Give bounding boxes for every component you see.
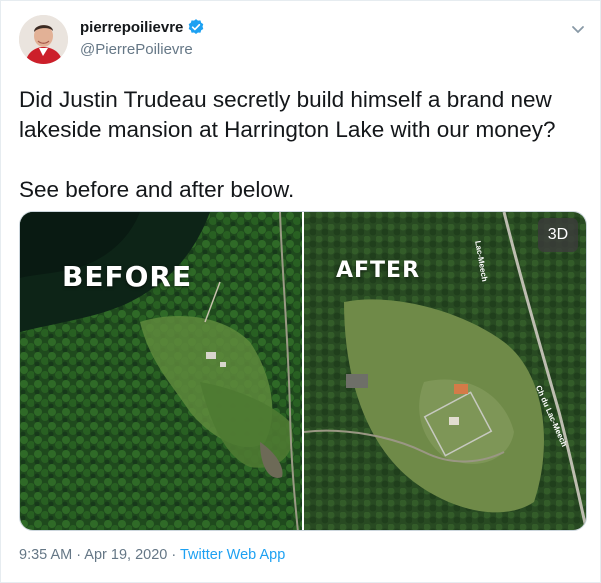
3d-badge: 3D [538,218,578,252]
tweet-media[interactable]: BEFORE AFTER 3D Lac-Meech Ch du Lac-Meec… [19,211,587,531]
tweet-card: pierrepoilievre @PierrePoilievre Did Jus… [0,0,601,583]
after-photo[interactable]: AFTER 3D Lac-Meech Ch du Lac-Meech [304,212,586,530]
after-label: AFTER [336,258,421,283]
tweet-text: Did Justin Trudeau secretly build himsel… [19,87,556,202]
display-name[interactable]: pierrepoilievre [80,19,183,36]
user-handle[interactable]: @PierrePoilievre [80,41,193,58]
tweet-footer: 9:35 AM · Apr 19, 2020 · Twitter Web App [19,547,285,563]
before-photo[interactable]: BEFORE [20,212,302,530]
before-label: BEFORE [62,260,193,293]
timestamp[interactable]: 9:35 AM · Apr 19, 2020 · [19,547,180,563]
chevron-down-icon[interactable] [570,21,586,37]
source-link[interactable]: Twitter Web App [180,547,285,563]
avatar[interactable] [19,15,68,64]
verified-badge-icon [187,18,205,36]
